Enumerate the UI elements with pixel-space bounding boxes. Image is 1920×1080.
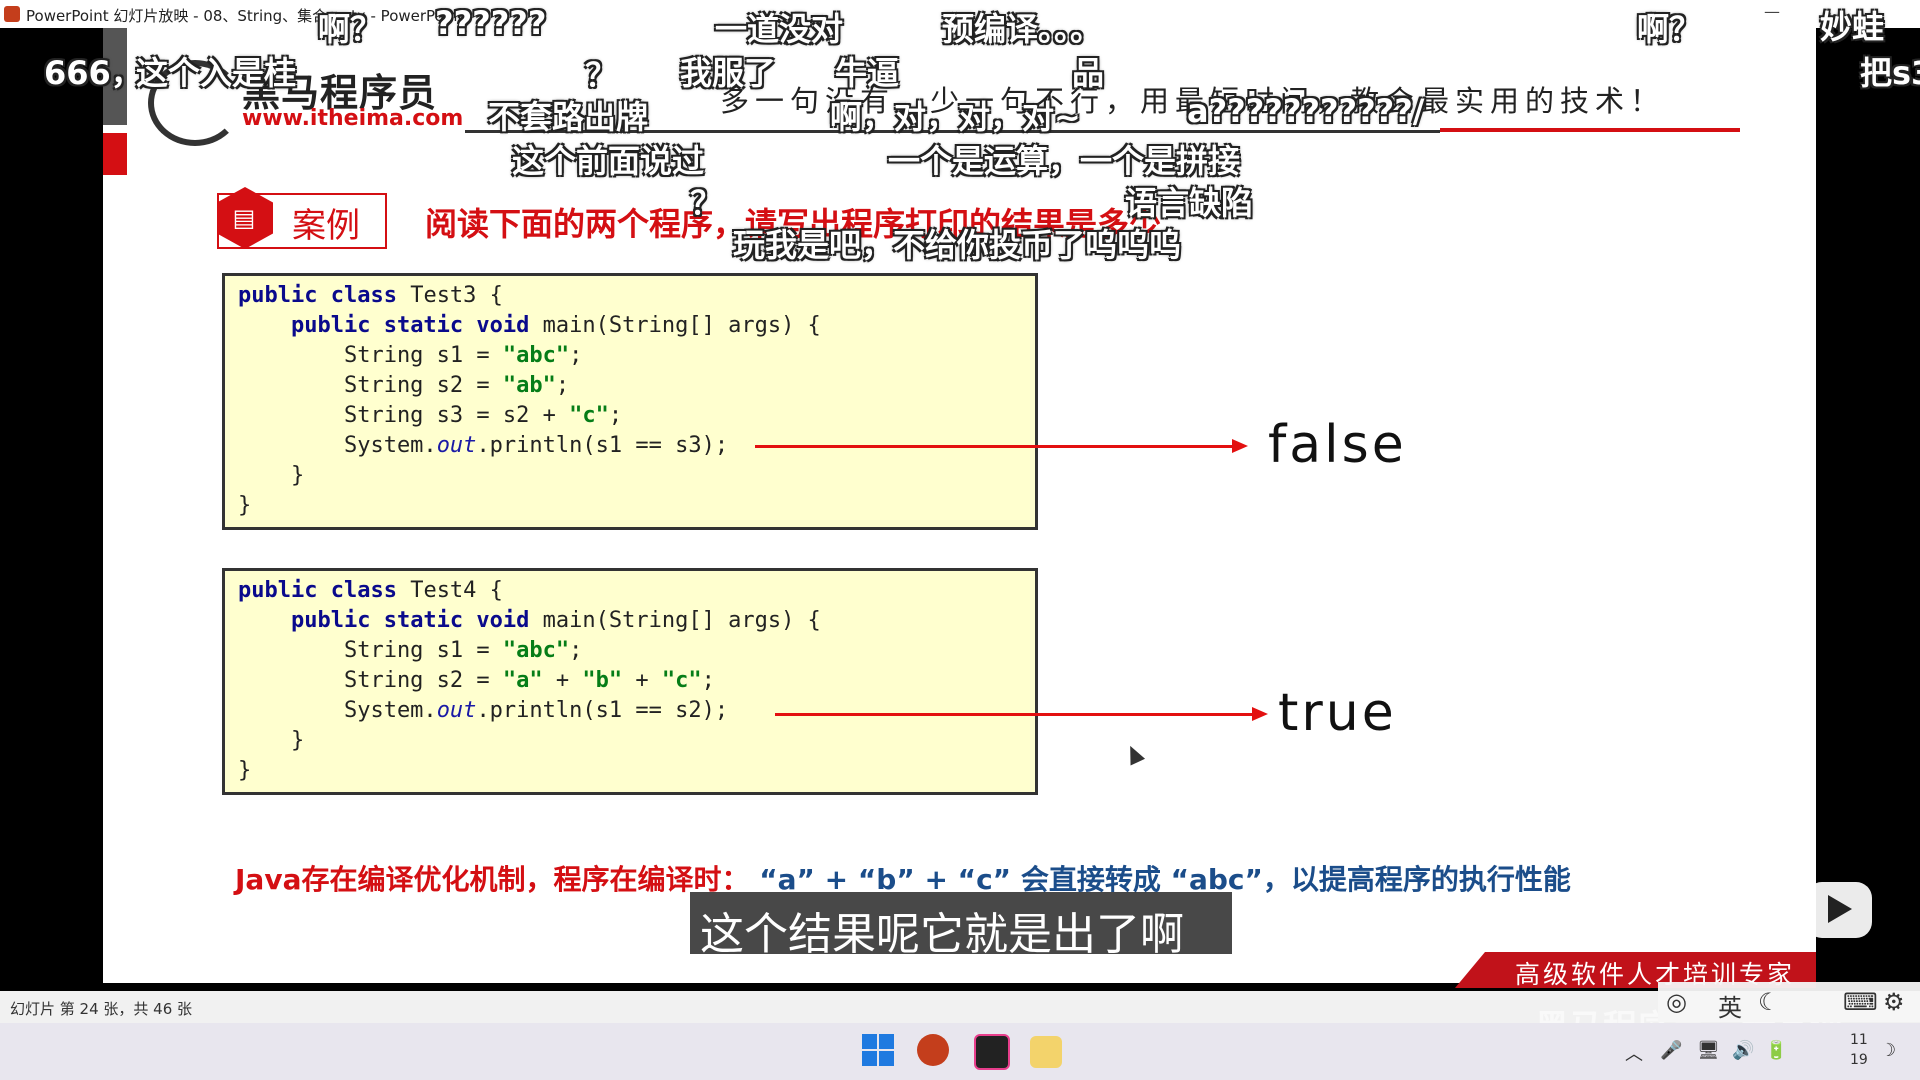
document-icon: ▤ [232, 204, 256, 232]
minimize-button[interactable]: — [1764, 2, 1780, 21]
volume-icon[interactable]: 🔊 [1732, 1040, 1754, 1061]
danmaku-comment: 啊？ [318, 10, 383, 48]
code-line: } [238, 728, 305, 753]
danmaku-comment: 这个前面说过 [512, 142, 705, 180]
code-line: System.out.println(s1 == s2); [238, 698, 729, 723]
code-line: } [238, 493, 252, 518]
battery-icon[interactable]: 🔋 [1765, 1040, 1787, 1061]
result-false: false [1268, 415, 1407, 475]
code-line: } [238, 463, 305, 488]
code-line: String s3 = s2 + "c"; [238, 403, 623, 428]
gear-icon[interactable]: ⚙ [1883, 988, 1905, 1016]
case-label: 案例 [292, 206, 360, 246]
ime-toolbar: ◎ 英 ☾ ⌨ ⚙ [1658, 982, 1920, 1022]
code-line: public static void main(String[] args) { [290, 608, 821, 633]
code-block-test3: public class Test3 { public static void … [222, 273, 1038, 530]
danmaku-comment: 预编译。。。 [942, 10, 1103, 48]
result-arrow-2 [775, 713, 1255, 716]
danmaku-comment: 把s3 [1860, 54, 1920, 92]
danmaku-comment: 不套路出牌 [488, 98, 649, 136]
notification-icon[interactable]: ☽ [1880, 1040, 1896, 1061]
danmaku-comment: 我服了 [680, 54, 777, 92]
ime-logo-icon[interactable]: ◎ [1666, 988, 1687, 1016]
network-icon[interactable]: 🖥 [1697, 1040, 1720, 1061]
window-title: PowerPoint 幻灯片放映 - 08、String、集合.pptx - P… [26, 7, 464, 25]
danmaku-comment: 语言缺陷 [1125, 184, 1254, 222]
danmaku-comment: 一个是运算，一个是拼接 [888, 142, 1241, 180]
arrow-head-icon [1232, 439, 1248, 453]
danmaku-comment: 啊，对，对，对~ [830, 98, 1081, 136]
code-line: String s1 = "abc"; [238, 343, 583, 368]
video-subtitle: 这个结果呢它就是出了啊 [700, 909, 1184, 960]
danmaku-comment: a???????????/ [1187, 92, 1425, 130]
danmaku-comment: ？ [690, 184, 723, 222]
result-true: true [1278, 683, 1397, 743]
code-line: } [238, 758, 252, 783]
slide-left-accent [103, 133, 127, 175]
danmaku-comment: 品 [1072, 54, 1105, 92]
danmaku-comment: ？ [585, 56, 618, 94]
code-block-test4: public class Test4 { public static void … [222, 568, 1038, 795]
logo-url: www.itheima.com [242, 106, 464, 131]
danmaku-comment: 妙蛙 [1820, 8, 1885, 46]
powerpoint-app-icon [4, 6, 20, 22]
chevron-up-icon[interactable]: ︿ [1625, 1040, 1643, 1066]
result-arrow-1 [755, 445, 1235, 448]
danmaku-comment: 这个入是桂 [136, 54, 297, 92]
code-line: public static void main(String[] args) { [290, 313, 821, 338]
code-line: String s2 = "ab"; [238, 373, 570, 398]
microphone-icon[interactable]: 🎤 [1660, 1040, 1682, 1061]
arrow-head-icon [1252, 707, 1268, 721]
clock-date[interactable]: 19 [1850, 1052, 1868, 1068]
intellij-taskbar-icon[interactable] [974, 1034, 1010, 1070]
slide-counter: 幻灯片 第 24 张，共 46 张 [10, 1000, 193, 1018]
danmaku-comment: 666， [44, 54, 143, 92]
header-divider-accent [1440, 128, 1740, 132]
code-line: System.out.println(s1 == s3); [238, 433, 729, 458]
moon-icon[interactable]: ☾ [1758, 988, 1780, 1016]
danmaku-comment: 玩我是吧，不给你投币了呜呜呜 [733, 226, 1182, 264]
clock-time[interactable]: 11 [1850, 1032, 1868, 1048]
danmaku-comment: 牛逼 [835, 54, 900, 92]
code-line: String s1 = "abc"; [238, 638, 583, 663]
code-line: String s2 = "a" + "b" + "c"; [238, 668, 715, 693]
danmaku-comment: ?????? [435, 4, 547, 42]
note-red-part: Java存在编译优化机制，程序在编译时： [235, 863, 750, 896]
ime-language-toggle[interactable]: 英 [1718, 988, 1742, 1023]
windows-start-icon[interactable] [862, 1034, 894, 1066]
powerpoint-taskbar-icon[interactable] [917, 1034, 949, 1066]
danmaku-comment: 啊？ [1637, 10, 1702, 48]
code-line: public class Test3 { [238, 283, 503, 308]
keyboard-icon[interactable]: ⌨ [1843, 988, 1878, 1016]
code-line: public class Test4 { [238, 578, 503, 603]
file-explorer-icon[interactable] [1030, 1036, 1062, 1068]
danmaku-comment: 一道没对 [715, 10, 844, 48]
play-icon[interactable] [1828, 895, 1852, 923]
